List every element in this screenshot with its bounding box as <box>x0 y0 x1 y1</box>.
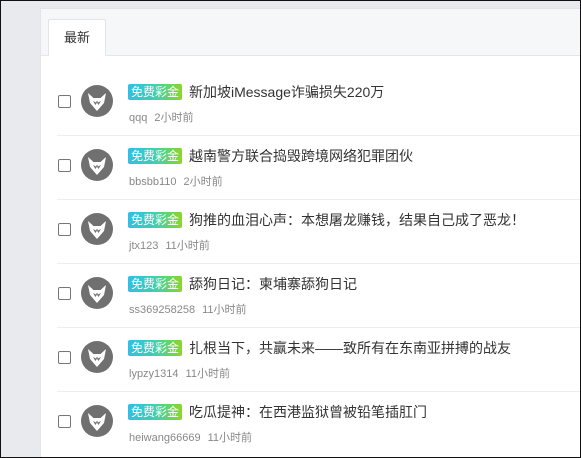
thread-author[interactable]: bbsbb110 <box>129 176 177 188</box>
thread-panel: 最新 免费彩金 新加坡iMessage诈骗损失220万 qqq 2小时前 免费彩金 <box>40 8 581 458</box>
thread-author[interactable]: qqq <box>129 112 147 124</box>
thread-meta: qqq 2小时前 <box>129 109 193 125</box>
thread-title[interactable]: 狗推的血泪心声：本想屠龙赚钱，结果自己成了恶龙！ <box>189 211 525 229</box>
tab-latest[interactable]: 最新 <box>48 19 106 56</box>
bonus-badge[interactable]: 免费彩金 <box>128 404 183 420</box>
avatar[interactable] <box>81 277 113 309</box>
bonus-badge[interactable]: 免费彩金 <box>128 84 183 100</box>
avatar[interactable] <box>81 341 113 373</box>
avatar[interactable] <box>81 149 113 181</box>
thread-title[interactable]: 扎根当下，共赢未来——致所有在东南亚拼搏的战友 <box>189 339 511 357</box>
thread-time: 11小时前 <box>207 432 252 444</box>
thread-item: 免费彩金 吃瓜提神：在西港监狱曾被铅笔插肛门 heiwang66669 11小时前 <box>41 391 580 455</box>
thread-meta: lypzy1314 11小时前 <box>129 365 230 381</box>
select-checkbox[interactable] <box>58 159 71 172</box>
thread-time: 11小时前 <box>202 304 247 316</box>
thread-author[interactable]: ss369258258 <box>129 304 195 316</box>
thread-item: 免费彩金 舔狗日记：柬埔寨舔狗日记 ss369258258 11小时前 <box>41 263 580 327</box>
thread-author[interactable]: heiwang66669 <box>129 432 201 444</box>
thread-meta: heiwang66669 11小时前 <box>129 429 252 445</box>
thread-author[interactable]: lypzy1314 <box>129 368 179 380</box>
bonus-badge[interactable]: 免费彩金 <box>128 148 183 164</box>
thread-meta: jtx123 11小时前 <box>129 237 210 253</box>
thread-item: 免费彩金 狗推的血泪心声：本想屠龙赚钱，结果自己成了恶龙！ jtx123 11小时… <box>41 199 580 263</box>
thread-meta: bbsbb110 2小时前 <box>129 173 223 189</box>
select-checkbox[interactable] <box>58 287 71 300</box>
thread-list: 免费彩金 新加坡iMessage诈骗损失220万 qqq 2小时前 免费彩金 越南… <box>41 71 580 455</box>
bonus-badge[interactable]: 免费彩金 <box>128 212 183 228</box>
tab-bar: 最新 <box>41 9 580 56</box>
bonus-badge[interactable]: 免费彩金 <box>128 276 183 292</box>
thread-time: 11小时前 <box>185 368 230 380</box>
thread-title[interactable]: 舔狗日记：柬埔寨舔狗日记 <box>189 275 357 293</box>
thread-time: 11小时前 <box>165 240 210 252</box>
thread-title[interactable]: 新加坡iMessage诈骗损失220万 <box>189 83 384 101</box>
thread-time: 2小时前 <box>154 112 194 124</box>
avatar[interactable] <box>81 405 113 437</box>
select-checkbox[interactable] <box>58 223 71 236</box>
thread-title[interactable]: 越南警方联合捣毁跨境网络犯罪团伙 <box>189 147 413 165</box>
thread-meta: ss369258258 11小时前 <box>129 301 246 317</box>
select-checkbox[interactable] <box>58 95 71 108</box>
thread-time: 2小时前 <box>183 176 223 188</box>
avatar[interactable] <box>81 213 113 245</box>
thread-item: 免费彩金 扎根当下，共赢未来——致所有在东南亚拼搏的战友 lypzy1314 11… <box>41 327 580 391</box>
select-checkbox[interactable] <box>58 351 71 364</box>
thread-author[interactable]: jtx123 <box>129 240 158 252</box>
thread-title[interactable]: 吃瓜提神：在西港监狱曾被铅笔插肛门 <box>189 403 427 421</box>
avatar[interactable] <box>81 85 113 117</box>
select-checkbox[interactable] <box>58 415 71 428</box>
thread-item: 免费彩金 越南警方联合捣毁跨境网络犯罪团伙 bbsbb110 2小时前 <box>41 135 580 199</box>
thread-item: 免费彩金 新加坡iMessage诈骗损失220万 qqq 2小时前 <box>41 71 580 135</box>
bonus-badge[interactable]: 免费彩金 <box>128 340 183 356</box>
